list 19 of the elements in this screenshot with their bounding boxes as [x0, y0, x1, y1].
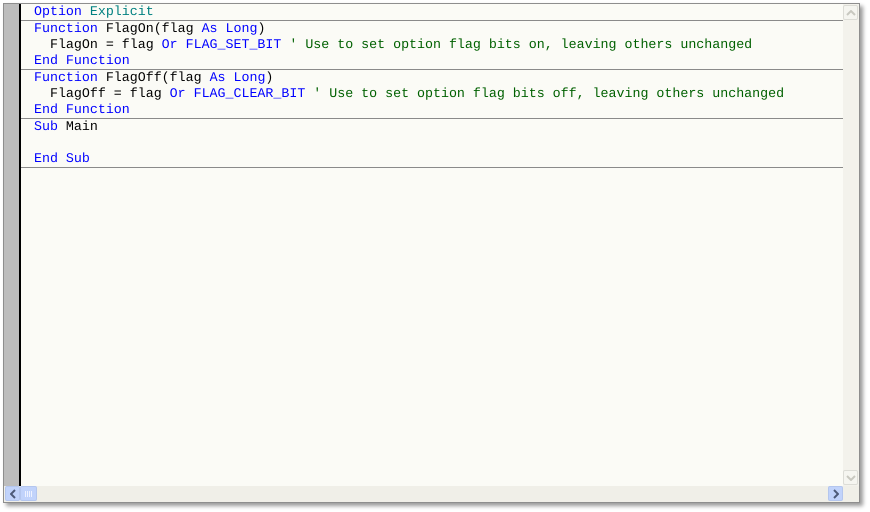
scrollbar-corner	[843, 486, 859, 502]
code-line: End Function	[34, 53, 130, 69]
code-line: FlagOn = flag Or FLAG_SET_BIT ' Use to set option flag bits on, leaving others unchanged	[48, 37, 752, 53]
chevron-up-icon	[846, 10, 856, 16]
code-line: Function FlagOff(flag As Long)	[34, 70, 274, 86]
chevron-right-icon	[832, 488, 838, 498]
code-line: Function FlagOn(flag As Long)	[34, 21, 266, 37]
code-line: End Sub	[34, 151, 90, 167]
scroll-left-button[interactable]	[5, 486, 20, 501]
scroll-right-button[interactable]	[828, 486, 843, 501]
scroll-up-button[interactable]	[843, 5, 858, 20]
chevron-left-icon	[10, 488, 16, 498]
chevron-down-icon	[846, 474, 856, 480]
code-line: FlagOff = flag Or FLAG_CLEAR_BIT ' Use to set option flag bits off, leaving others unchanged	[48, 86, 784, 102]
code-line: Sub Main	[34, 119, 98, 135]
code-line: End Function	[34, 102, 130, 118]
grip-icon	[25, 490, 32, 496]
scroll-thumb[interactable]	[20, 486, 37, 501]
code-line: Option Explicit	[34, 4, 154, 20]
